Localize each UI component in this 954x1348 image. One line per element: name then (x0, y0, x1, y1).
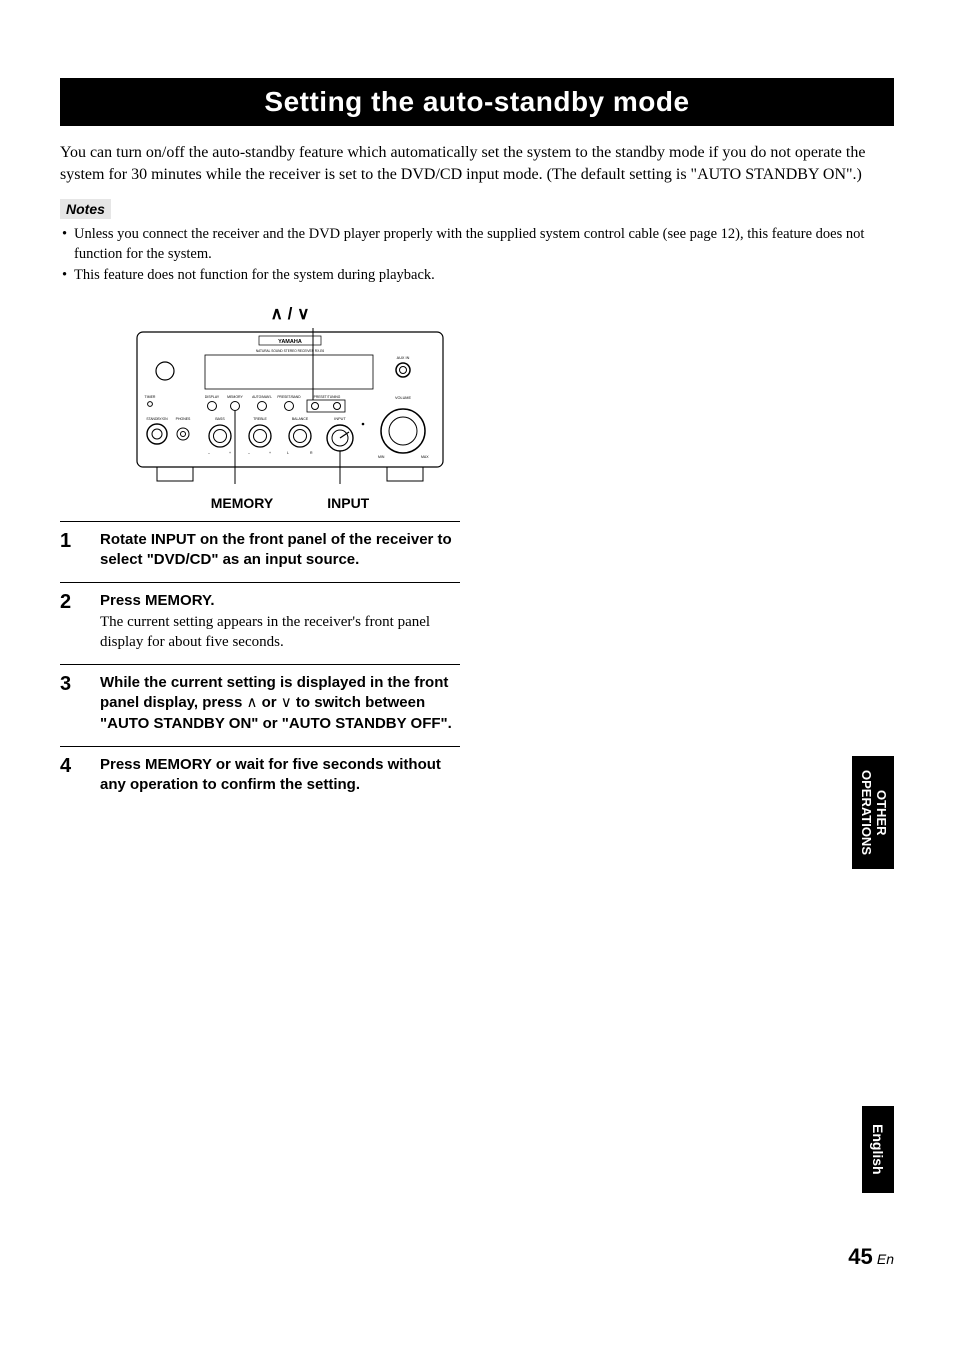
svg-text:STANDBY/ON: STANDBY/ON (146, 417, 168, 421)
svg-text:PRESET/BAND: PRESET/BAND (277, 395, 301, 399)
svg-text:YAMAHA: YAMAHA (278, 339, 302, 345)
step-instruction: Press MEMORY. (100, 592, 215, 609)
svg-text:+: + (229, 451, 231, 455)
input-callout-label: INPUT (327, 495, 369, 511)
memory-callout-label: MEMORY (211, 495, 273, 511)
step-2: 2 Press MEMORY. The current setting appe… (60, 582, 460, 664)
notes-list: Unless you connect the receiver and the … (60, 225, 894, 286)
svg-text:DISPLAY: DISPLAY (205, 395, 220, 399)
svg-text:TIMER: TIMER (145, 395, 156, 399)
svg-text:VOLUME: VOLUME (395, 396, 412, 400)
receiver-illustration: YAMAHA NATURAL SOUND STEREO RECEIVER RX-… (135, 326, 445, 491)
svg-text:AUX IN: AUX IN (397, 356, 410, 360)
notes-heading: Notes (60, 199, 111, 219)
svg-text:MAX: MAX (421, 455, 429, 459)
preset-up-down-label: ∧ / ∨ (100, 304, 480, 324)
step-4: 4 Press MEMORY or wait for five seconds … (60, 746, 460, 808)
svg-text:+: + (269, 451, 271, 455)
section-title: Setting the auto-standby mode (60, 86, 894, 118)
up-chevron-icon: ∧ (246, 694, 257, 711)
step-instruction: While the current setting is displayed i… (100, 674, 452, 732)
language-tab: English (862, 1106, 894, 1193)
svg-text:NATURAL SOUND STEREO RECEIVER: NATURAL SOUND STEREO RECEIVER RX-E6 (256, 349, 325, 353)
step-1: 1 Rotate INPUT on the front panel of the… (60, 521, 460, 583)
svg-text:INPUT: INPUT (334, 417, 346, 421)
svg-text:AUTO/MAN'L: AUTO/MAN'L (252, 395, 272, 399)
step-number: 4 (60, 755, 82, 796)
svg-text:–: – (208, 451, 210, 455)
steps-list: 1 Rotate INPUT on the front panel of the… (60, 521, 460, 808)
step-number: 3 (60, 673, 82, 734)
note-item: Unless you connect the receiver and the … (60, 225, 894, 264)
intro-paragraph: You can turn on/off the auto-standby fea… (60, 142, 894, 185)
svg-text:BASS: BASS (215, 417, 225, 421)
svg-text:MEMORY: MEMORY (227, 395, 243, 399)
step-description: The current setting appears in the recei… (100, 614, 430, 650)
svg-text:BALANCE: BALANCE (292, 417, 309, 421)
svg-text:PRESET/TUNING: PRESET/TUNING (314, 395, 341, 399)
svg-text:–: – (248, 451, 250, 455)
svg-text:R: R (310, 451, 313, 455)
section-tab-other-operations: OTHEROPERATIONS (852, 756, 894, 869)
page-number-suffix: En (877, 1251, 894, 1267)
svg-text:L: L (287, 451, 289, 455)
down-chevron-icon: ∨ (281, 694, 292, 711)
step-instruction: Press MEMORY or wait for five seconds wi… (100, 756, 441, 793)
step-3: 3 While the current setting is displayed… (60, 664, 460, 746)
step-number: 1 (60, 530, 82, 571)
page-number-value: 45 (848, 1244, 872, 1269)
step-instruction: Rotate INPUT on the front panel of the r… (100, 531, 452, 568)
svg-text:PHONES: PHONES (176, 417, 191, 421)
svg-text:MIN: MIN (378, 455, 385, 459)
section-title-bar: Setting the auto-standby mode (60, 78, 894, 126)
page-number: 45 En (848, 1244, 894, 1270)
note-item: This feature does not function for the s… (60, 266, 894, 286)
svg-text:TREBLE: TREBLE (253, 417, 267, 421)
step-number: 2 (60, 591, 82, 652)
receiver-diagram: ∧ / ∨ YAMAHA NATURAL SOUND STEREO RECEIV… (100, 304, 480, 511)
